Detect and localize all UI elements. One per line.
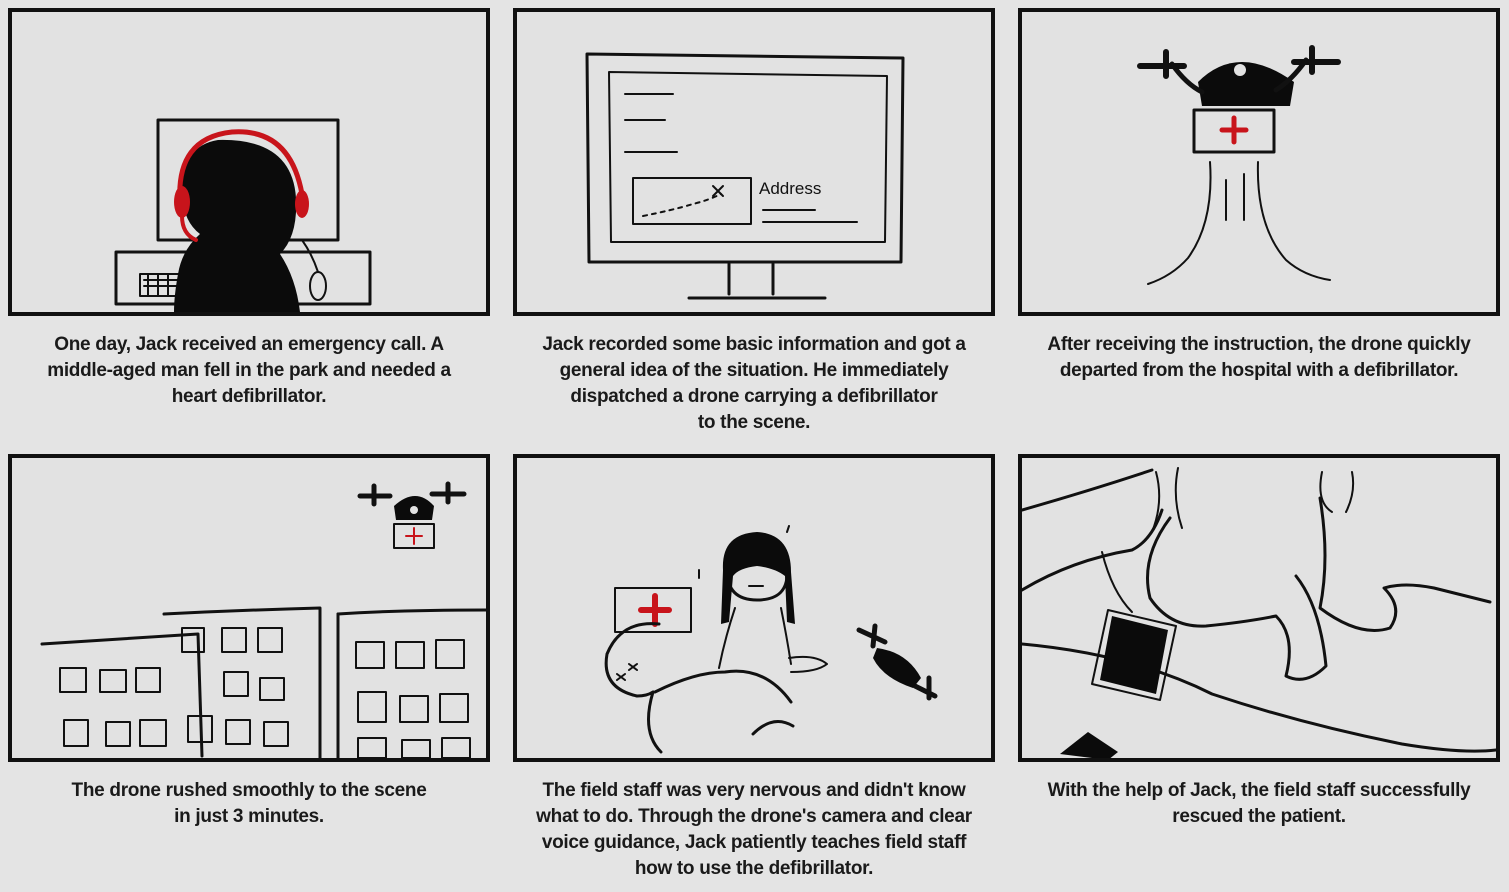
storyboard-panel-4 [8,454,490,762]
caption-line: middle-aged man fell in the park and nee… [47,360,451,381]
storyboard-caption-5: The field staff was very nervous and did… [513,778,995,882]
caption-line: general idea of the situation. He immedi… [559,360,949,381]
storyboard-panel-3 [1018,8,1500,316]
caption-line: The drone rushed smoothly to the scene [71,780,427,801]
caption-line: rescued the patient. [1172,806,1346,827]
field-staff-with-patient-illustration [604,525,938,754]
caption-line: in just 3 minutes. [174,806,324,827]
caption-line: departed from the hospital with a defibr… [1059,360,1459,381]
caption-line: how to use the defibrillator. [634,858,874,879]
storyboard-panel-2: Address [513,8,995,316]
screen-address-label: Address [759,179,821,198]
caption-line: what to do. Through the drone's camera a… [536,806,972,827]
drone-takeoff-illustration [1137,45,1341,285]
monitor-with-map-illustration: Address [585,52,905,300]
caption-line: The field staff was very nervous and did… [542,780,966,801]
storyboard-caption-3: After receiving the instruction, the dro… [1018,332,1500,384]
caption-line: With the help of Jack, the field staff s… [1047,780,1471,801]
storyboard-panel-6 [1018,454,1500,762]
storyboard-caption-6: With the help of Jack, the field staff s… [1018,778,1500,830]
storyboard-caption-2: Jack recorded some basic information and… [513,332,995,436]
caption-line: One day, Jack received an emergency call… [54,334,444,355]
drone-over-buildings-illustration [40,481,486,758]
caption-line: After receiving the instruction, the dro… [1047,334,1471,355]
caption-line: to the scene. [697,412,811,433]
using-defibrillator-illustration [1022,467,1496,758]
caption-line: Jack recorded some basic information and… [542,334,966,355]
storyboard-caption-1: One day, Jack received an emergency call… [8,332,490,410]
storyboard-panel-5 [513,454,995,762]
caption-line: voice guidance, Jack patiently teaches f… [541,832,967,853]
caption-line: heart defibrillator. [171,386,327,407]
caption-line: dispatched a drone carrying a defibrilla… [570,386,938,407]
operator-at-computer-illustration [114,118,372,312]
storyboard-panel-1 [8,8,490,316]
storyboard-caption-4: The drone rushed smoothly to the scene i… [8,778,490,830]
